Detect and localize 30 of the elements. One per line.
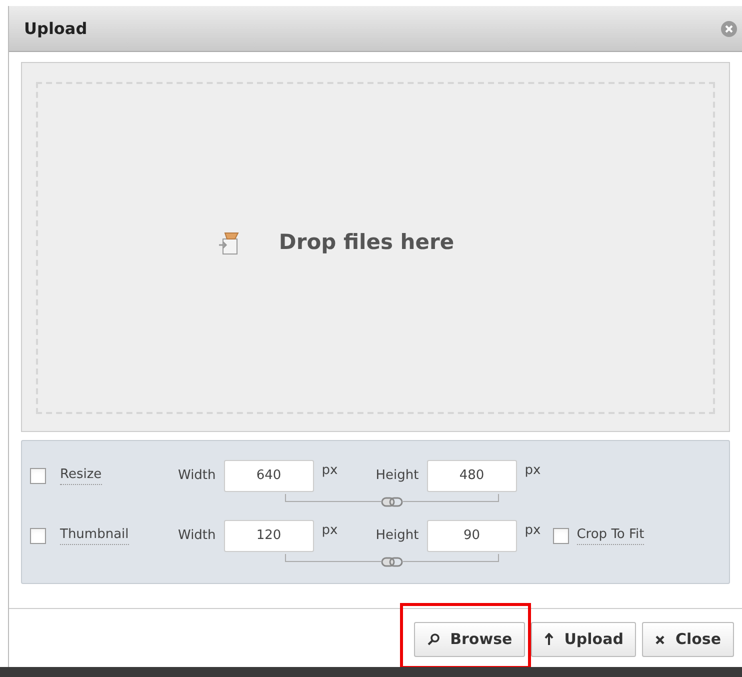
close-icon <box>655 634 666 644</box>
up-arrow-icon <box>544 633 554 646</box>
checkbox[interactable] <box>30 468 46 484</box>
option-label[interactable]: Crop To Fit <box>576 527 644 545</box>
chain-link-icon[interactable] <box>381 497 403 507</box>
height-field[interactable]: 90 <box>426 520 517 552</box>
option-label[interactable]: Resize <box>60 467 102 485</box>
drop-files-label: Drop files here <box>278 229 454 256</box>
window-title: Upload <box>24 18 88 40</box>
height-label: Height <box>376 527 419 546</box>
height-field[interactable]: 480 <box>426 460 517 492</box>
width-label: Width <box>178 467 216 486</box>
chain-link-icon[interactable] <box>381 557 403 567</box>
close-button[interactable]: Close <box>642 622 734 657</box>
checkbox[interactable] <box>30 528 46 544</box>
height-label: Height <box>376 467 419 486</box>
checkbox[interactable] <box>552 528 569 544</box>
option-label[interactable]: Thumbnail <box>60 527 129 545</box>
width-field[interactable]: 640 <box>224 460 314 492</box>
drop-zone[interactable]: Drop files here <box>36 82 715 414</box>
search-icon <box>427 633 440 646</box>
close-icon[interactable] <box>720 20 738 38</box>
unit-label: px <box>524 522 541 540</box>
upload-button[interactable]: Upload <box>531 622 636 657</box>
unit-label: px <box>524 462 541 480</box>
unit-label: px <box>322 462 339 480</box>
width-label: Width <box>178 527 216 546</box>
browse-button[interactable]: Browse <box>414 622 526 657</box>
width-field[interactable]: 120 <box>224 520 314 552</box>
unit-label: px <box>322 522 339 540</box>
